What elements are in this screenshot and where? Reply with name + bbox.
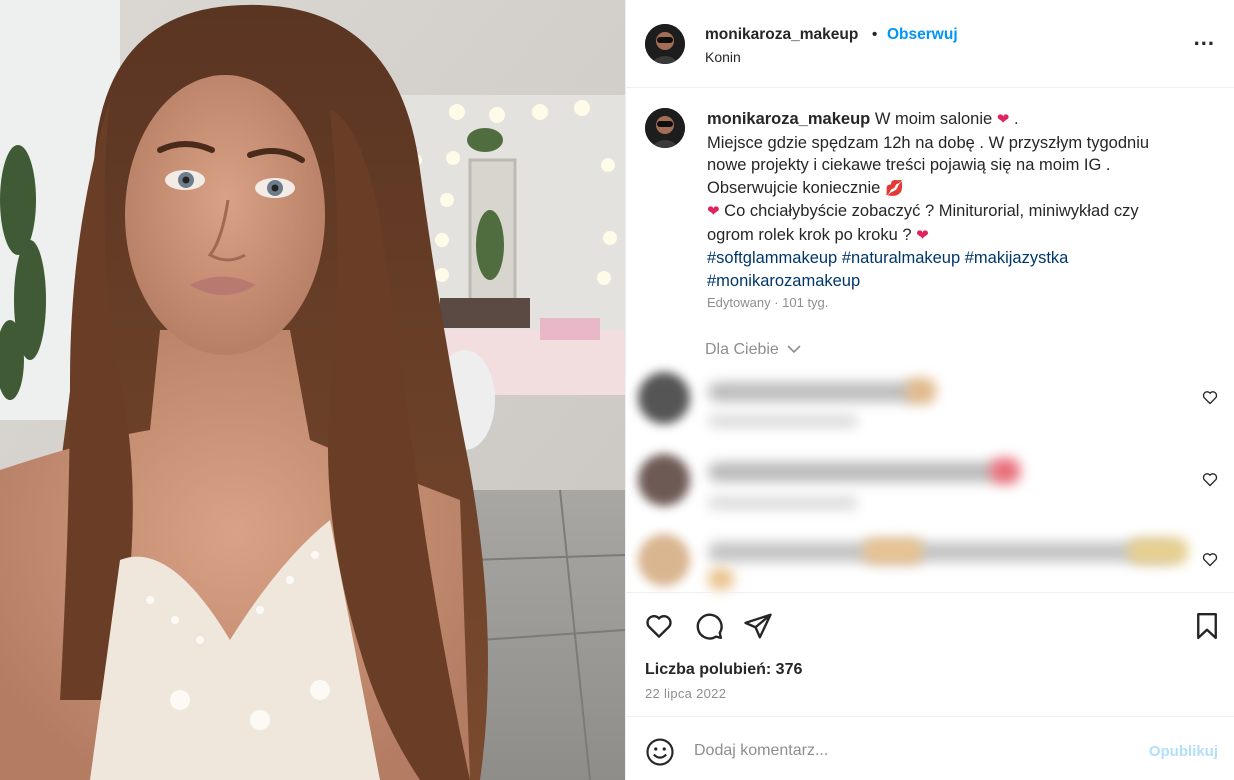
lips-emoji: 💋 <box>884 179 904 197</box>
caption-line-1-end: . <box>1013 110 1019 128</box>
avatar-image <box>645 24 685 64</box>
caption-text: monikaroza_makeup W moim salonie ❤ . Mie… <box>707 108 1187 292</box>
separator-dot: • <box>872 26 878 43</box>
avatar-image <box>645 108 685 148</box>
hashtags[interactable]: #softglammakeup #naturalmakeup #makijazy… <box>707 249 1068 290</box>
caption-username[interactable]: monikaroza_makeup <box>707 110 870 128</box>
heart-emoji: ❤ <box>707 203 720 220</box>
share-icon[interactable] <box>743 611 773 641</box>
blurred-emoji <box>1128 538 1188 564</box>
follow-button[interactable]: Obserwuj <box>887 26 958 44</box>
post-date[interactable]: 22 lipca 2022 <box>645 686 726 701</box>
list-item <box>638 454 1218 524</box>
blurred-text <box>708 542 1178 562</box>
avatar <box>638 372 690 424</box>
caption-line-3: Obserwujcie koniecznie <box>707 178 881 197</box>
heart-icon[interactable] <box>1202 390 1218 405</box>
comment-filter-dropdown[interactable]: Dla Ciebie <box>705 341 801 359</box>
heart-icon[interactable] <box>1202 472 1218 487</box>
emoji-icon[interactable] <box>645 737 675 767</box>
post-image[interactable] <box>0 0 625 780</box>
list-item <box>638 372 1218 442</box>
publish-button[interactable]: Opublikuj <box>1149 743 1218 760</box>
comment-filter-label: Dla Ciebie <box>705 341 779 358</box>
heart-emoji: ❤ <box>916 226 929 244</box>
avatar <box>638 534 690 586</box>
blurred-meta <box>708 414 858 428</box>
blurred-meta <box>708 496 858 510</box>
heart-emoji: ❤ <box>996 111 1010 128</box>
blurred-emoji <box>906 378 936 404</box>
caption-avatar[interactable] <box>645 108 685 148</box>
post-photo <box>0 0 625 780</box>
blurred-emoji <box>708 568 734 590</box>
header-username[interactable]: monikaroza_makeup <box>705 26 858 44</box>
blurred-emoji <box>863 538 923 564</box>
blurred-emoji <box>990 458 1020 484</box>
blurred-text <box>708 382 918 402</box>
caption-line-2: Miejsce gdzie spędzam 12h na dobę . W pr… <box>707 133 1150 175</box>
heart-icon[interactable] <box>644 611 674 641</box>
add-comment-bar: Opublikuj <box>626 718 1234 780</box>
heart-icon[interactable] <box>1202 552 1218 567</box>
blurred-text <box>708 462 998 482</box>
avatar[interactable] <box>645 24 685 64</box>
comment-icon[interactable] <box>694 611 724 641</box>
chevron-down-icon <box>787 341 801 359</box>
location-link[interactable]: Konin <box>705 49 741 65</box>
more-icon[interactable]: ... <box>1194 27 1215 49</box>
avatar <box>638 454 690 506</box>
post-header: monikaroza_makeup • Obserwuj Konin ... <box>626 0 1234 88</box>
bookmark-icon[interactable] <box>1192 611 1222 641</box>
likes-count[interactable]: Liczba polubień: 376 <box>645 661 802 679</box>
post-actions: Liczba polubień: 376 22 lipca 2022 <box>626 592 1234 717</box>
caption-meta: Edytowany · 101 tyg. <box>707 295 829 310</box>
post-sidebar: monikaroza_makeup • Obserwuj Konin ... m… <box>625 0 1234 780</box>
comment-input[interactable] <box>694 742 1114 760</box>
caption-line-1: W moim salonie <box>874 110 993 128</box>
